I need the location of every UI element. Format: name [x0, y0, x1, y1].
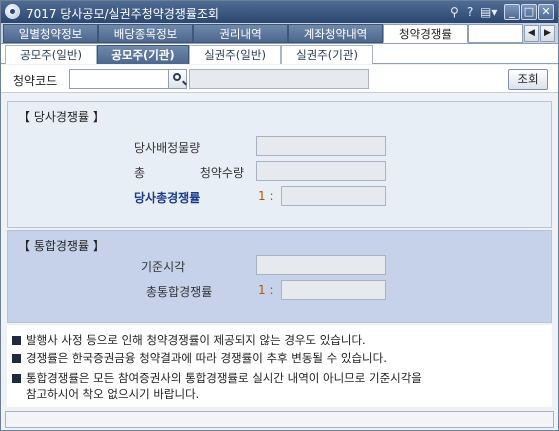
subtab-ipo-institution[interactable]: 공모주(기관) — [97, 45, 189, 64]
square-bullet-icon — [12, 336, 21, 345]
status-bar — [5, 411, 554, 428]
code-search-button[interactable] — [168, 69, 187, 89]
allocated-quantity-field — [256, 136, 386, 156]
subscription-code-label: 청약코드 — [13, 74, 58, 88]
square-bullet-icon — [12, 354, 21, 363]
allocated-quantity-label: 당사배정물량 — [134, 141, 201, 155]
notice-item: 발행사 사정 등으로 인해 청약경쟁률이 제공되지 않는 경우도 있습니다. — [12, 332, 366, 348]
tab-dividend-stock[interactable]: 배당종목정보 — [98, 24, 193, 43]
query-button[interactable]: 조회 — [508, 69, 548, 90]
notice-item: 통합경쟁률은 모든 참여증권사의 통합경쟁률로 실시간 내역이 아니므로 기준시… — [12, 370, 422, 386]
sub-tab-bar: 공모주(일반) 공모주(기관) 실권주(일반) 실권주(기관) — [1, 44, 558, 64]
total-subscription-field — [256, 161, 386, 181]
close-button[interactable]: ✕ — [538, 4, 554, 20]
tab-competition-rate[interactable]: 청약경쟁률 — [383, 24, 468, 43]
notice-item-continued: 참고하시어 착오 없으시기 바랍니다. — [26, 387, 200, 401]
top-tab-bar: 일별청약정보 배당종목정보 권리내역 계좌청약내역 청약경쟁률 ◀ ▶ — [1, 23, 558, 44]
subtab-ipo-general[interactable]: 공모주(일반) — [5, 45, 97, 64]
reference-time-field — [256, 255, 386, 275]
maximize-button[interactable]: □ — [521, 4, 537, 20]
window-title: 7017 당사공모/실권주청약경쟁률조회 — [26, 7, 219, 21]
reference-time-label: 기준시각 — [141, 260, 186, 274]
integrated-rate-section: 【 통합경쟁률 】 기준시각 총통합경쟁률 1 : — [7, 230, 552, 323]
total-subscription-label: 총 청약수량 — [134, 166, 244, 180]
integrated-rate-title: 【 통합경쟁률 】 — [18, 239, 105, 253]
company-total-rate-field — [281, 186, 386, 206]
company-rate-title: 【 당사경쟁률 】 — [18, 110, 105, 124]
stock-name-field — [189, 69, 369, 89]
help-icon[interactable]: ? — [467, 4, 473, 20]
menu-icon[interactable]: ▤▾ — [480, 4, 497, 20]
subscription-code-input[interactable] — [69, 69, 169, 89]
search-icon — [173, 73, 181, 81]
tab-rights[interactable]: 권리내역 — [193, 24, 288, 43]
company-rate-section: 【 당사경쟁률 】 당사배정물량 총 청약수량 당사총경쟁률 1 : — [7, 101, 552, 228]
subtab-rights-general[interactable]: 실권주(일반) — [189, 45, 281, 64]
title-bar[interactable]: 7017 당사공모/실권주청약경쟁률조회 ⚲ ? ▤▾ _ □ ✕ — [1, 1, 558, 23]
company-rate-ratio-prefix: 1 : — [258, 189, 274, 203]
app-window: 7017 당사공모/실권주청약경쟁률조회 ⚲ ? ▤▾ _ □ ✕ 일별청약정보… — [0, 0, 559, 431]
search-row: 청약코드 조회 — [1, 65, 558, 93]
square-bullet-icon — [12, 374, 21, 383]
tab-daily-subscription[interactable]: 일별청약정보 — [3, 24, 98, 43]
tab-scroll-left-icon[interactable]: ◀ — [524, 25, 539, 42]
subtab-rights-institution[interactable]: 실권주(기관) — [281, 45, 373, 64]
integrated-total-rate-field — [281, 280, 386, 300]
minimize-button[interactable]: _ — [504, 4, 520, 20]
tab-overflow-area — [468, 24, 523, 43]
app-logo-icon — [5, 4, 20, 19]
notice-item: 경쟁률은 한국증권금융 청약결과에 따라 경쟁률이 추후 변동될 수 있습니다. — [12, 350, 387, 366]
integrated-rate-ratio-prefix: 1 : — [258, 283, 274, 297]
tab-account-subscription[interactable]: 계좌청약내역 — [288, 24, 383, 43]
integrated-total-rate-label: 총통합경쟁률 — [146, 285, 213, 299]
company-total-rate-label: 당사총경쟁률 — [134, 191, 201, 205]
tab-scroll-right-icon[interactable]: ▶ — [540, 25, 555, 42]
notice-list: 발행사 사정 등으로 인해 청약경쟁률이 제공되지 않는 경우도 있습니다. 경… — [7, 325, 552, 407]
pin-icon[interactable]: ⚲ — [450, 4, 459, 20]
